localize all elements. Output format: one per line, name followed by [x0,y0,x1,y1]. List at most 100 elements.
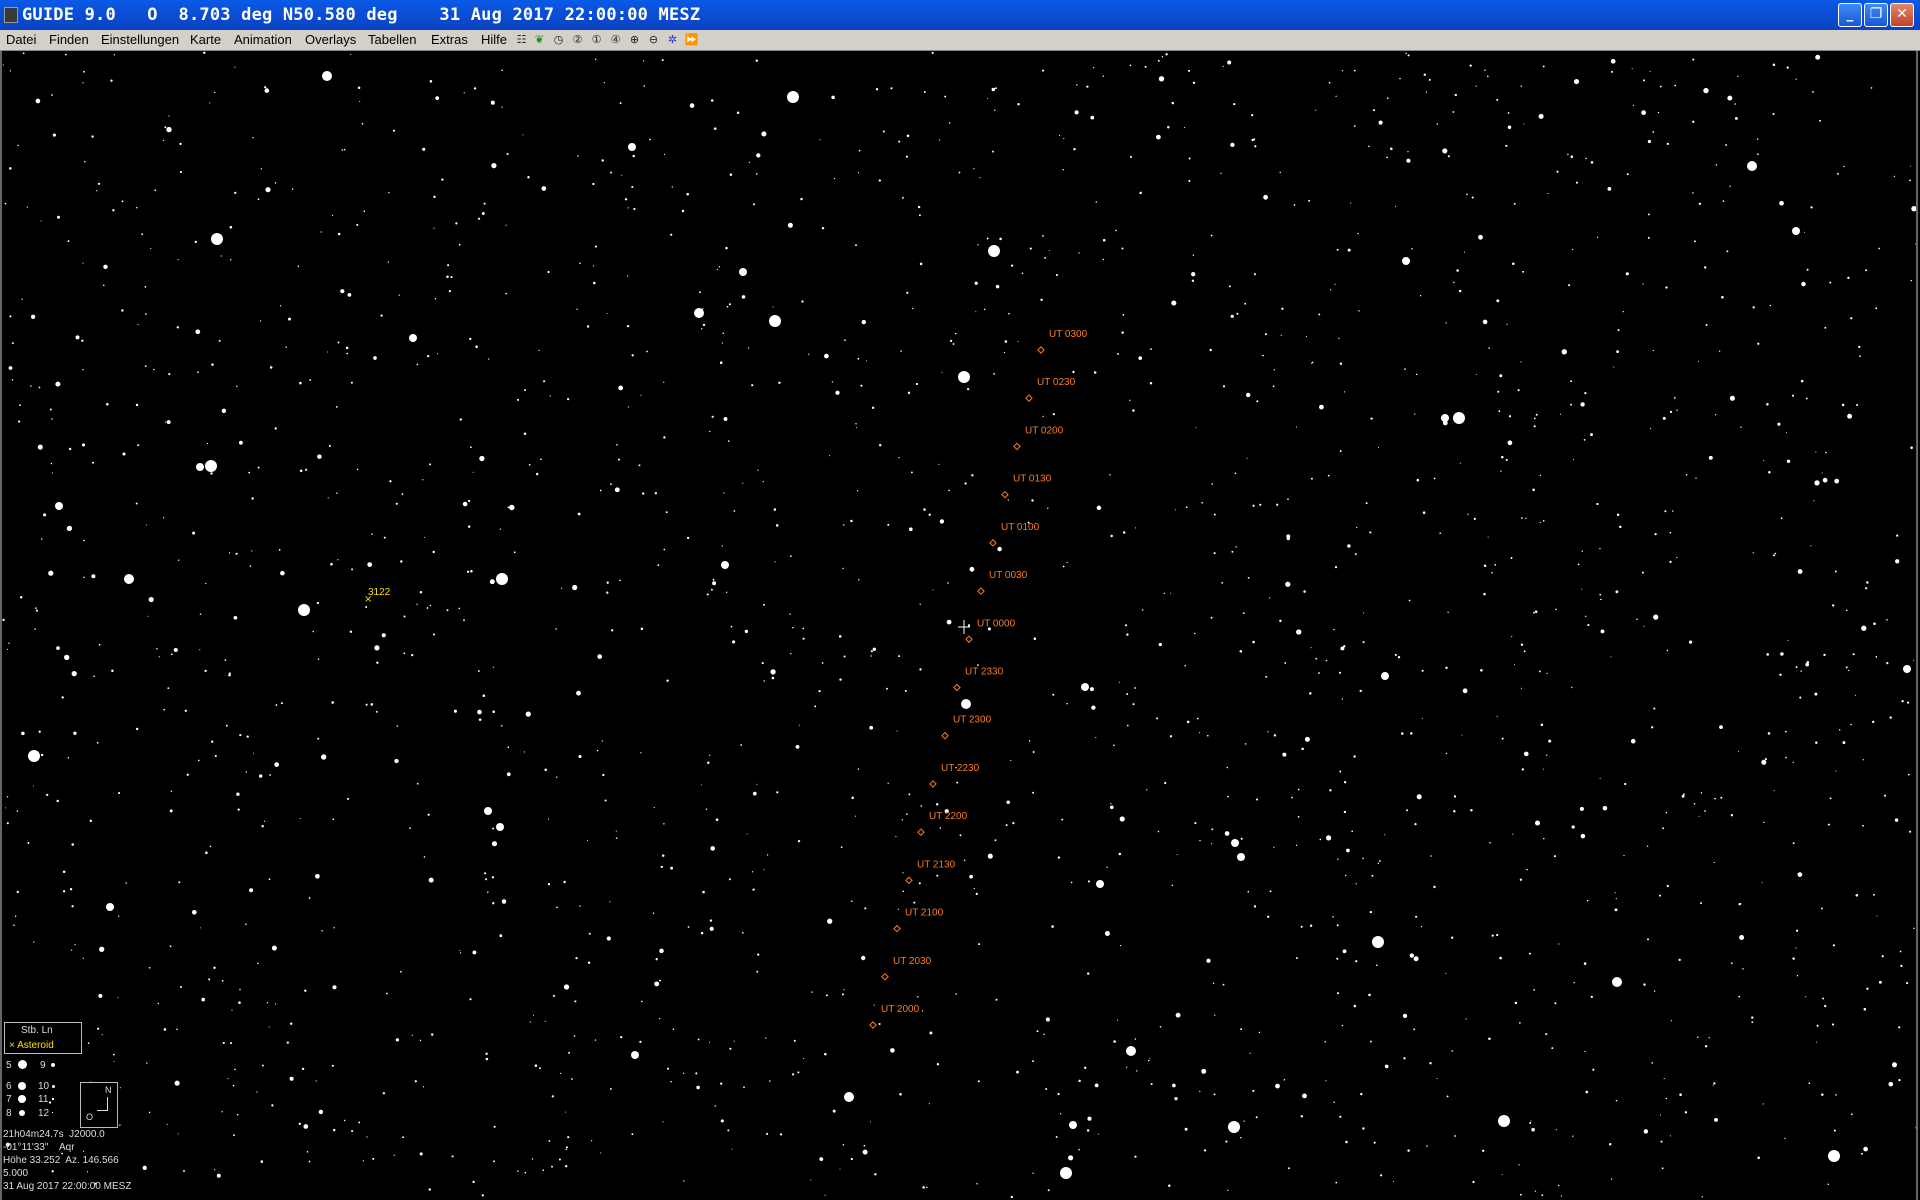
star [663,153,666,155]
track-label: UT 0300 [1049,329,1088,340]
star [1344,874,1347,877]
star [83,539,85,542]
star [565,1146,568,1149]
star [298,1122,301,1125]
star [672,1028,675,1030]
star [1720,796,1723,799]
star [579,262,581,265]
zoom-in-icon[interactable]: ⊕ [627,32,642,47]
star [462,501,468,507]
star [975,892,978,896]
star [318,1109,324,1115]
star [887,782,889,784]
zoom-1-icon[interactable]: ① [589,32,604,47]
star [1907,701,1910,704]
star [501,899,507,904]
star [539,1067,541,1070]
star [727,1129,730,1132]
star [524,1171,527,1174]
menu-tabellen[interactable]: Tabellen [368,32,416,47]
star [351,1129,354,1133]
app-icon[interactable] [4,7,18,23]
star [659,948,664,954]
minimize-button[interactable]: _ [1838,3,1862,27]
star [732,640,736,644]
star [1842,741,1846,745]
star [969,874,973,879]
star [1697,1036,1699,1038]
menu-extras[interactable]: Extras [431,32,468,47]
star [1532,488,1535,492]
menu-datei[interactable]: Datei [6,32,36,47]
star [748,161,751,163]
star [577,155,579,157]
star [1678,958,1681,962]
star [1642,79,1646,82]
star [1833,1129,1836,1132]
star [441,178,444,181]
star [928,513,931,516]
star [926,1186,928,1189]
star-map[interactable]: UT 0300UT 0230UT 0200UT 0130UT 0100UT 00… [2,51,1918,1200]
star [1571,686,1573,689]
star [1705,323,1708,327]
star [700,931,704,935]
star [979,177,981,179]
zoom-out-icon[interactable]: ⊖ [646,32,661,47]
star [841,993,844,996]
star [543,380,546,383]
star [1579,806,1584,811]
clock-icon[interactable]: ◷ [551,32,566,47]
star [1394,653,1397,656]
star [209,845,212,848]
star [485,878,488,881]
star [540,458,542,461]
star [1649,70,1651,72]
zoom-4-icon[interactable]: ④ [608,32,623,47]
star [1156,717,1159,720]
star [274,762,280,767]
menu-einstellungen[interactable]: Einstellungen [101,32,179,47]
star [1095,737,1097,739]
star [1301,747,1304,751]
close-button[interactable]: ✕ [1890,3,1914,27]
star [1126,724,1129,727]
star [1256,400,1259,403]
star [1715,164,1718,166]
bright-star [958,371,970,383]
star [1607,187,1612,191]
star [1454,1135,1456,1137]
menu-animation[interactable]: Animation [234,32,292,47]
star [1737,75,1739,78]
star [1057,856,1061,859]
grid-icon[interactable]: ☷ [514,32,529,47]
star [1670,1020,1672,1022]
star [976,1183,978,1185]
zoom-2-icon[interactable]: ② [570,32,585,47]
star [1547,192,1549,195]
star [994,87,997,90]
bright-star [409,334,417,342]
sky-chart[interactable]: UT 0300 UT 0230 UT 0200 UT 0130 UT 0100 UT 00… [0,51,1920,1200]
star [772,306,774,308]
star-icon[interactable]: ✲ [665,32,680,47]
star [1072,370,1075,374]
star [422,1086,425,1088]
leaf-icon[interactable]: ❦ [532,32,547,47]
star [135,403,139,407]
menu-finden[interactable]: Finden [49,32,89,47]
star [163,708,166,711]
star [1286,536,1291,541]
menu-overlays[interactable]: Overlays [305,32,356,47]
menu-hilfe[interactable]: Hilfe [481,32,507,47]
fast-forward-icon[interactable]: ⏩ [684,32,699,47]
star [401,493,404,495]
star [1580,833,1586,839]
star [446,275,449,279]
menu-karte[interactable]: Karte [190,32,221,47]
restore-button[interactable]: ❐ [1864,3,1888,27]
star [1206,958,1211,963]
star [285,346,287,348]
star [1531,1127,1535,1132]
star [1084,1066,1087,1069]
